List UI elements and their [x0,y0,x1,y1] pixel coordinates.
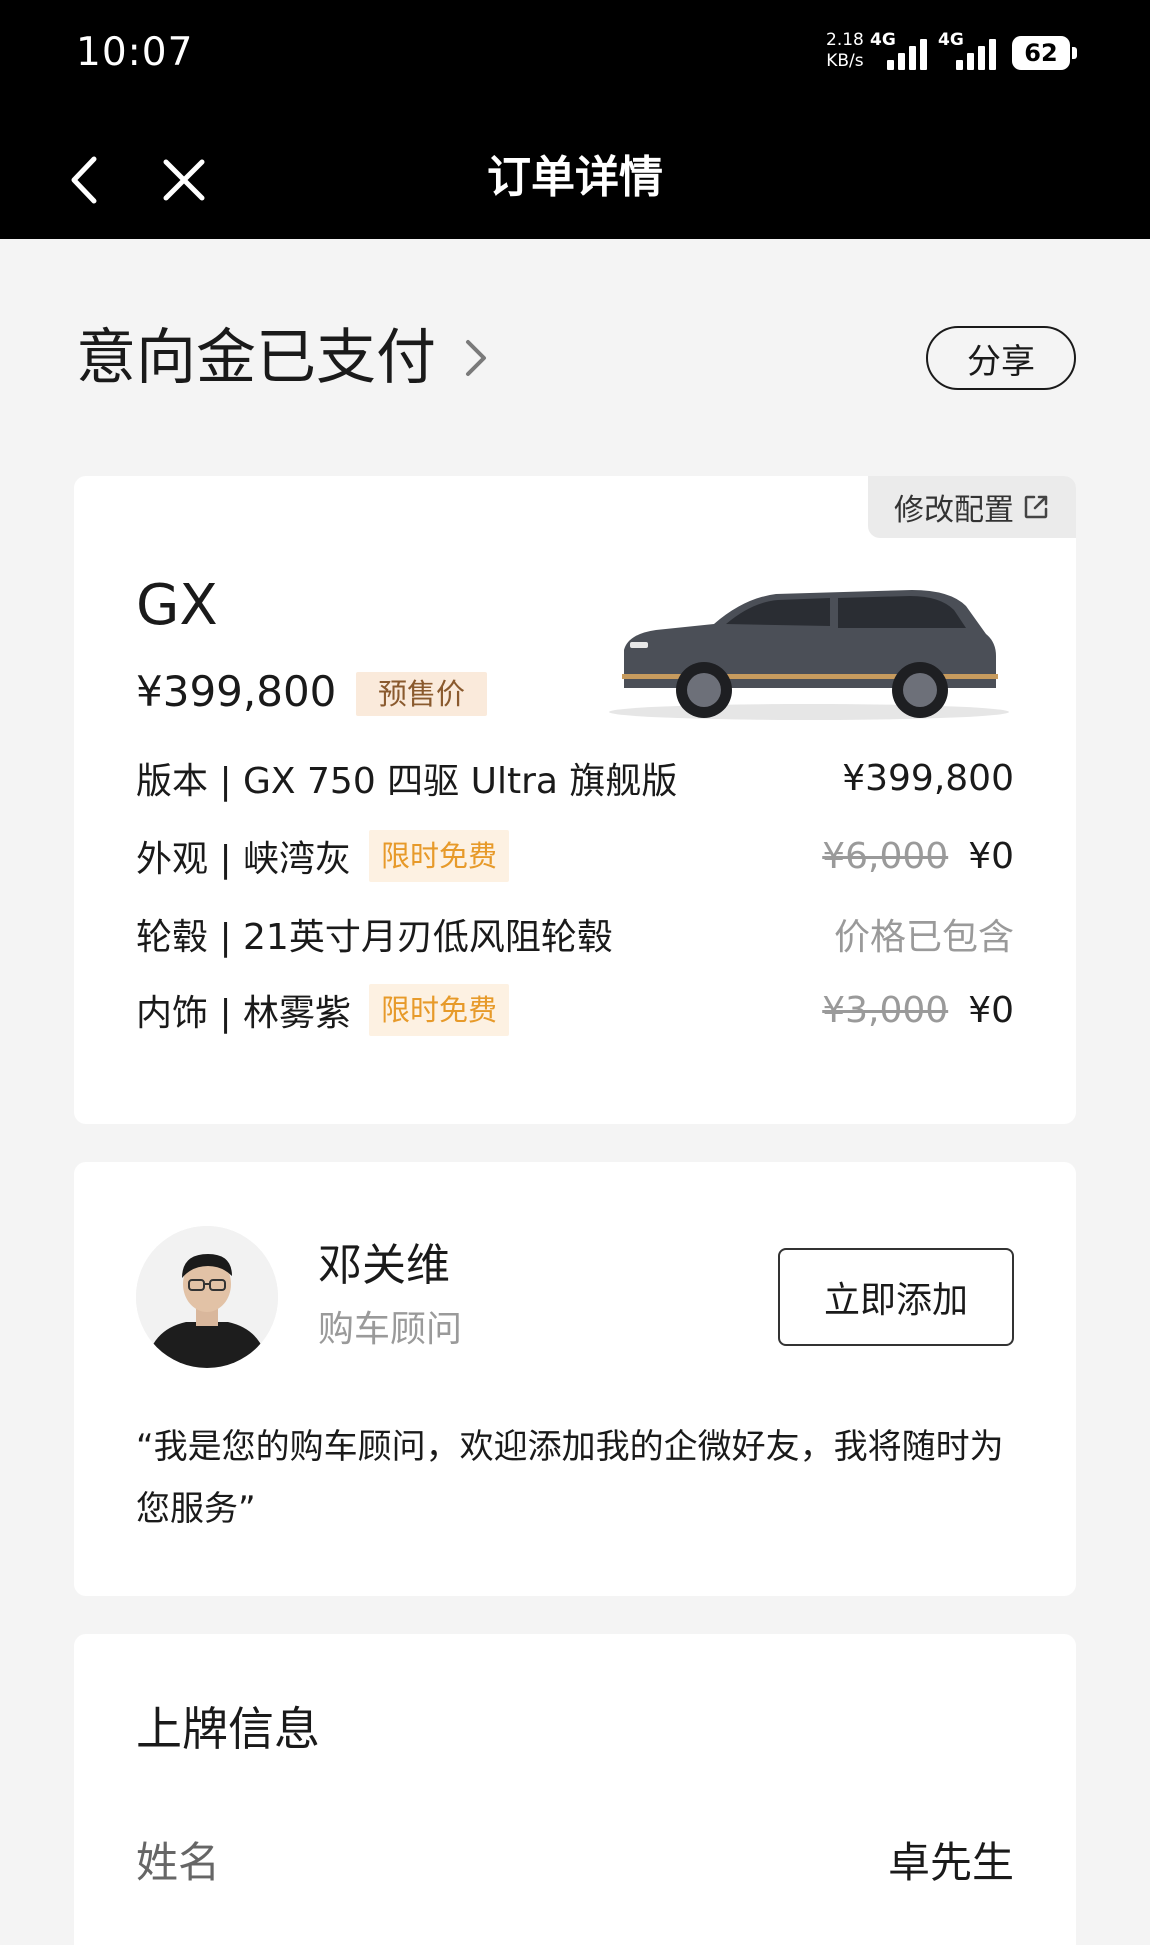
spec-label: 外观 | 峡湾灰 [136,839,352,880]
car-image [609,590,1009,720]
signal-bars-icon [887,36,927,70]
model-name: GX [136,573,218,638]
vehicle-card: 修改配置 GX ¥399,800 预售价 版本 | GX 750 四驱 Ultr… [74,476,1076,1124]
spec-price: ¥0 [968,835,1014,877]
avatar [136,1226,278,1368]
page-title: 订单详情 [487,152,663,203]
advisor-role: 购车顾问 [318,1309,463,1350]
plate-info-label: 姓名 [136,1838,221,1887]
spec-price: ¥0 [968,989,1014,1031]
spec-original-price: ¥3,000 [822,989,949,1031]
spec-label: 版本 | GX 750 四驱 Ultra 旗舰版 [136,761,678,802]
add-advisor-button[interactable]: 立即添加 [778,1248,1014,1346]
order-status-link[interactable]: 意向金已支付 [76,320,490,396]
net-speed: 2.18 KB/s [826,30,864,72]
modify-config-button[interactable]: 修改配置 [868,476,1076,538]
limited-free-tag: 限时免费 [369,984,510,1036]
spec-label: 内饰 | 林雾紫 [136,993,352,1034]
share-button[interactable]: 分享 [926,326,1076,390]
status-time: 10:07 [76,30,194,75]
spec-price: ¥399,800 [842,757,1014,799]
model-price: ¥399,800 [136,667,337,716]
spec-price: 价格已包含 [833,917,1014,958]
plate-info-row-name: 姓名 卓先生 [136,1836,1014,1890]
plate-info-title: 上牌信息 [136,1702,320,1756]
spec-row-interior: 内饰 | 林雾紫 限时免费 ¥3,000 ¥0 [136,980,1014,1040]
chevron-right-icon [462,334,490,382]
spec-label: 轮毂 | 21英寸月刃低风阻轮毂 [136,917,613,958]
order-status-title: 意向金已支付 [76,323,436,393]
plate-info-card: 上牌信息 姓名 卓先生 [74,1634,1076,1945]
modify-config-label: 修改配置 [894,493,1014,528]
net-speed-unit: KB/s [826,51,864,71]
advisor-name: 邓关维 [318,1240,450,1291]
spec-row-version: 版本 | GX 750 四驱 Ultra 旗舰版 ¥399,800 [136,748,1014,808]
plate-info-value: 卓先生 [887,1838,1014,1887]
top-bar: 10:07 2.18 KB/s 4G 4G 62 订单详情 [0,0,1150,239]
advisor-quote: “我是您的购车顾问，欢迎添加我的企微好友，我将随时为您服务” [136,1427,1004,1529]
advisor-card: 邓关维 购车顾问 立即添加 “我是您的购车顾问，欢迎添加我的企微好友，我将随时为… [74,1162,1076,1596]
external-link-icon [1024,495,1048,519]
spec-row-wheels: 轮毂 | 21英寸月刃低风阻轮毂 价格已包含 [136,904,1014,964]
signal-bars-icon [956,36,996,70]
spec-row-exterior: 外观 | 峡湾灰 限时免费 ¥6,000 ¥0 [136,826,1014,886]
battery-level: 62 [1024,39,1058,67]
battery-icon: 62 [1012,36,1077,70]
presale-tag: 预售价 [356,672,488,716]
limited-free-tag: 限时免费 [369,830,510,882]
spec-original-price: ¥6,000 [822,835,949,877]
net-speed-value: 2.18 [826,30,864,50]
